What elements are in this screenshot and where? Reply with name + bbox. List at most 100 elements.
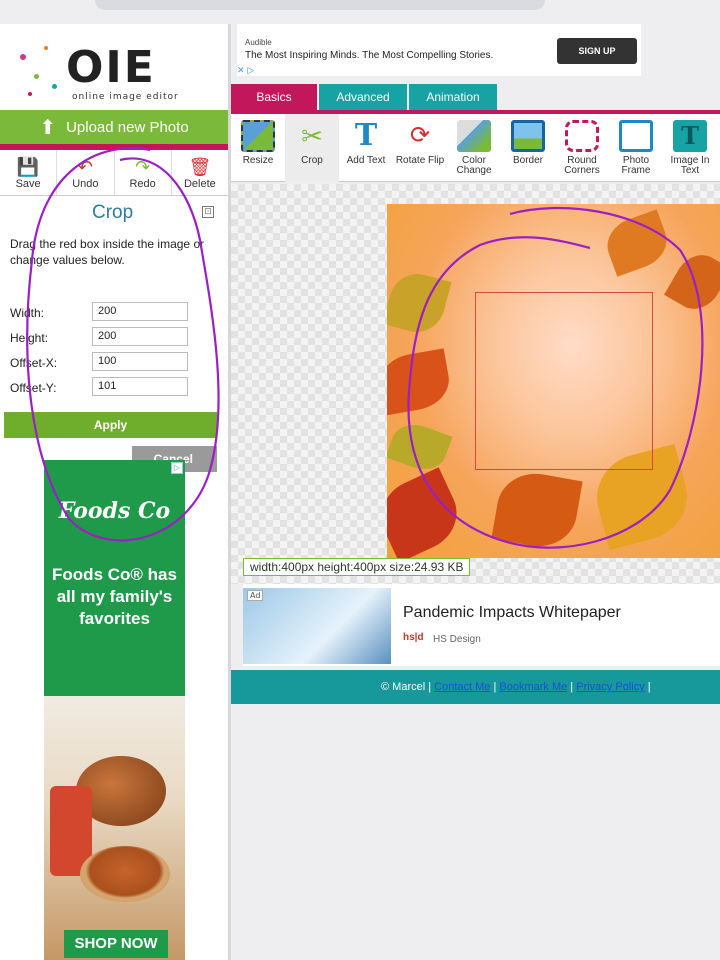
crop-title: Crop <box>92 202 134 223</box>
tab-advanced[interactable]: Advanced <box>319 84 407 110</box>
ad-close-icon[interactable]: ✕ ▷ <box>237 66 254 76</box>
leaf-decoration <box>387 267 452 339</box>
ad-label: Ad <box>247 590 264 601</box>
crop-panel: Crop ⊡ Drag the red box inside the image… <box>0 196 228 472</box>
width-label: Width: <box>10 306 45 320</box>
resize-tool[interactable]: Resize <box>231 114 285 182</box>
color-change-tool[interactable]: Color Change <box>447 114 501 182</box>
undo-button[interactable]: ↶ Undo <box>57 150 115 195</box>
upload-label: Upload new Photo <box>66 118 189 136</box>
ad-source-logo: hs|d <box>403 632 424 643</box>
delete-label: Delete <box>183 177 216 190</box>
crop-description: Drag the red box inside the image or cha… <box>10 237 205 267</box>
ad-thumbnail-image <box>243 588 391 664</box>
logo-sparkle <box>52 84 57 89</box>
tools-toolbar: Resize ✂ Crop T Add Text ⟳ Rotate Flip C… <box>231 114 720 182</box>
redo-button[interactable]: ↷ Redo <box>115 150 172 195</box>
image-in-text-tool[interactable]: T Image In Text <box>663 114 717 182</box>
undo-label: Undo <box>72 177 99 190</box>
resize-label: Resize <box>242 155 274 166</box>
save-label: Save <box>15 177 41 190</box>
photo-frame-tool[interactable]: Photo Frame <box>609 114 663 182</box>
ad-advertiser: Audible <box>245 38 272 47</box>
ad-headline: The Most Inspiring Minds. The Most Compe… <box>245 50 494 61</box>
redo-label: Redo <box>129 177 156 190</box>
delete-icon: 🗑 <box>188 156 212 177</box>
resize-icon <box>241 120 275 152</box>
color-change-icon <box>457 120 491 152</box>
delete-button[interactable]: 🗑 Delete <box>172 150 228 195</box>
leaf-decoration <box>387 348 454 416</box>
apply-button[interactable]: Apply <box>4 412 217 438</box>
leaf-decoration <box>387 417 453 477</box>
contact-me-link[interactable]: Contact Me <box>434 681 490 693</box>
ad-choices-icon[interactable]: ▷ <box>171 462 183 474</box>
crop-label: Crop <box>301 155 323 166</box>
logo-sparkle <box>28 92 32 96</box>
bookmark-me-link[interactable]: Bookmark Me <box>499 681 567 693</box>
image-info: width:400px height:400px size:24.93 KB <box>243 558 471 576</box>
crop-tool[interactable]: ✂ Crop <box>285 114 339 182</box>
privacy-policy-link[interactable]: Privacy Policy <box>576 681 644 693</box>
add-text-tool[interactable]: T Add Text <box>339 114 393 182</box>
image-in-text-label: Image In Text <box>670 155 710 176</box>
save-icon: 💾 <box>16 156 40 177</box>
border-tool[interactable]: Border <box>501 114 555 182</box>
top-advertisement[interactable]: Audible The Most Inspiring Minds. The Mo… <box>237 24 641 76</box>
logo-subtitle: online image editor <box>72 92 179 102</box>
offset-y-input[interactable]: 101 <box>92 377 188 396</box>
add-text-icon: T <box>354 118 378 153</box>
footer-copyright: © Marcel | <box>381 681 432 693</box>
upload-icon: ⬆ <box>39 116 57 139</box>
border-icon <box>511 120 545 152</box>
sidebar-advertisement[interactable]: ▷ Foods Co Foods Co® has all my family's… <box>44 460 185 960</box>
logo[interactable]: OIE online image editor <box>0 24 228 110</box>
offset-y-label: Offset-Y: <box>10 381 57 395</box>
rotate-flip-tool[interactable]: ⟳ Rotate Flip <box>393 114 447 182</box>
crop-selection-box[interactable] <box>475 292 653 470</box>
undo-icon: ↶ <box>77 156 93 177</box>
image-in-text-icon: T <box>673 120 707 152</box>
browser-top-bar <box>95 0 545 10</box>
height-label: Height: <box>10 331 49 345</box>
ad-brand: Foods Co <box>58 498 171 524</box>
shop-now-button[interactable]: SHOP NOW <box>64 930 168 958</box>
upload-new-photo-button[interactable]: ⬆ Upload new Photo <box>0 110 228 144</box>
tab-basics[interactable]: Basics <box>231 84 317 110</box>
leaf-decoration <box>491 467 583 553</box>
tab-bar: Basics Advanced Animation <box>231 84 720 110</box>
footer: © Marcel | Contact Me | Bookmark Me | Pr… <box>231 670 720 704</box>
tab-animation[interactable]: Animation <box>409 84 497 110</box>
photo-frame-icon <box>619 120 653 152</box>
border-label: Border <box>512 155 543 166</box>
image-canvas[interactable] <box>231 184 720 584</box>
logo-sparkle <box>34 74 39 79</box>
offset-x-label: Offset-X: <box>10 356 58 370</box>
main-area: Audible The Most Inspiring Minds. The Mo… <box>228 24 720 960</box>
ad-source: HS Design <box>433 634 481 645</box>
bottom-advertisement[interactable]: Ad Pandemic Impacts Whitepaper hs|d HS D… <box>243 584 720 666</box>
logo-sparkle <box>20 54 26 60</box>
photo-frame-label: Photo Frame <box>621 155 651 176</box>
round-corners-label: Round Corners <box>564 155 600 176</box>
autumn-leaves-photo[interactable] <box>387 204 720 558</box>
save-button[interactable]: 💾 Save <box>0 150 58 195</box>
sidebar-toolbar: 💾 Save ↶ Undo ↷ Redo 🗑 Delete <box>0 150 228 196</box>
rotate-flip-label: Rotate Flip <box>395 155 445 166</box>
ad-food-image <box>44 696 185 960</box>
leaf-decoration <box>600 209 674 277</box>
ad-tagline: Foods Co® has all my family's favorites <box>52 565 177 628</box>
round-corners-tool[interactable]: Round Corners <box>555 114 609 182</box>
redo-icon: ↷ <box>135 156 151 177</box>
leaf-decoration <box>664 246 720 318</box>
close-icon[interactable]: ⊡ <box>202 206 214 218</box>
logo-sparkle <box>44 46 48 50</box>
round-corners-icon <box>565 120 599 152</box>
ad-title[interactable]: Pandemic Impacts Whitepaper <box>403 604 621 622</box>
offset-x-input[interactable]: 100 <box>92 352 188 371</box>
add-text-label: Add Text <box>346 155 386 166</box>
rotate-flip-icon: ⟳ <box>409 122 431 149</box>
sign-up-button[interactable]: SIGN UP <box>557 38 637 64</box>
height-input[interactable]: 200 <box>92 327 188 346</box>
width-input[interactable]: 200 <box>92 302 188 321</box>
